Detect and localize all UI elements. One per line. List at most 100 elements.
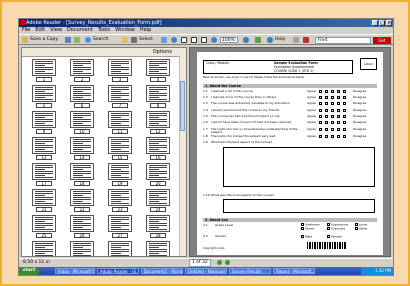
close-button[interactable]: × bbox=[386, 20, 392, 26]
checkbox[interactable] bbox=[301, 235, 304, 238]
rating-checkbox[interactable] bbox=[331, 121, 334, 124]
rating-checkbox[interactable] bbox=[343, 135, 346, 138]
taskbar-item[interactable]: Adobe Reader - [S... bbox=[97, 268, 139, 274]
page-thumbnail[interactable]: 12 bbox=[141, 111, 175, 135]
rating-checkbox[interactable] bbox=[343, 96, 346, 99]
checkbox[interactable] bbox=[301, 227, 304, 230]
page-thumbnail[interactable]: 19 bbox=[103, 163, 137, 187]
page-thumbnail[interactable]: 4 bbox=[141, 59, 175, 83]
fit-page-icon[interactable] bbox=[191, 37, 197, 43]
page-thumbnail[interactable]: 25 bbox=[27, 215, 61, 239]
rating-checkbox[interactable] bbox=[331, 96, 334, 99]
print-icon[interactable] bbox=[65, 37, 71, 43]
rating-checkbox[interactable] bbox=[337, 102, 340, 105]
page-thumbnail[interactable]: 5 bbox=[27, 85, 61, 109]
rating-checkbox[interactable] bbox=[337, 96, 340, 99]
page-thumbnail[interactable]: 1 bbox=[27, 59, 61, 83]
checkbox[interactable] bbox=[327, 235, 330, 238]
help-button[interactable]: Help bbox=[275, 37, 285, 43]
page-thumbnail[interactable]: 21 bbox=[27, 189, 61, 213]
rating-checkbox[interactable] bbox=[343, 109, 346, 112]
rating-checkbox[interactable] bbox=[325, 135, 328, 138]
page-thumbnail[interactable]: 3 bbox=[103, 59, 137, 83]
page-thumbnail[interactable]: 16 bbox=[141, 137, 175, 161]
rating-checkbox[interactable] bbox=[343, 128, 346, 131]
page-thumbnail[interactable]: 18 bbox=[65, 163, 99, 187]
menu-window[interactable]: Window bbox=[115, 27, 135, 34]
page-thumbnail[interactable]: 6 bbox=[65, 85, 99, 109]
option-female[interactable]: Female bbox=[327, 235, 342, 239]
option-senior[interactable]: Senior bbox=[301, 227, 315, 231]
select-button[interactable]: Select bbox=[139, 37, 153, 43]
rating-checkbox[interactable] bbox=[325, 121, 328, 124]
page-thumbnail[interactable]: 8 bbox=[141, 85, 175, 109]
rating-checkbox[interactable] bbox=[337, 115, 340, 118]
taskbar-item[interactable]: Inbox - Microsoft Out bbox=[55, 268, 95, 274]
page-thumbnail[interactable]: 30 bbox=[65, 241, 99, 256]
checkbox[interactable] bbox=[327, 223, 330, 226]
save-icon[interactable] bbox=[22, 37, 28, 43]
checkbox[interactable] bbox=[355, 227, 358, 230]
menu-document[interactable]: Document bbox=[67, 27, 93, 34]
rating-checkbox[interactable] bbox=[319, 90, 322, 93]
rating-checkbox[interactable] bbox=[331, 109, 334, 112]
rating-checkbox[interactable] bbox=[337, 121, 340, 124]
find-input[interactable]: Find bbox=[315, 37, 371, 44]
page-thumbnail[interactable]: 11 bbox=[103, 111, 137, 135]
rating-checkbox[interactable] bbox=[319, 128, 322, 131]
checkbox[interactable] bbox=[301, 223, 304, 226]
taskbar-item[interactable]: Document1 - Micro... bbox=[141, 268, 183, 274]
option-male[interactable]: Male bbox=[301, 235, 312, 239]
best-aspect-textarea[interactable] bbox=[223, 147, 375, 187]
taskbar-item[interactable]: Survey Results bbox=[229, 268, 271, 274]
worst-aspect-textarea[interactable] bbox=[223, 199, 375, 213]
thumbnail-scrollbar[interactable] bbox=[179, 56, 186, 256]
zoom-plus-icon[interactable] bbox=[243, 37, 249, 43]
get-acrobat-button[interactable]: Get Acrobat bbox=[373, 37, 391, 50]
minimize-button[interactable]: _ bbox=[372, 20, 378, 26]
page-thumbnail[interactable]: 15 bbox=[103, 137, 137, 161]
page-thumbnail[interactable]: 2 bbox=[65, 59, 99, 83]
start-button[interactable]: start bbox=[19, 267, 39, 275]
menu-file[interactable]: File bbox=[22, 27, 30, 34]
page-thumbnail[interactable]: 24 bbox=[141, 189, 175, 213]
rating-checkbox[interactable] bbox=[325, 109, 328, 112]
menu-view[interactable]: View bbox=[50, 27, 62, 34]
page-thumbnail[interactable]: 28 bbox=[141, 215, 175, 239]
last-page-icon[interactable] bbox=[225, 260, 230, 265]
rating-checkbox[interactable] bbox=[319, 109, 322, 112]
page-thumbnail[interactable]: 10 bbox=[65, 111, 99, 135]
rating-checkbox[interactable] bbox=[331, 128, 334, 131]
rating-checkbox[interactable] bbox=[343, 90, 346, 93]
search-icon[interactable] bbox=[85, 37, 91, 43]
zoom-in-icon[interactable] bbox=[171, 37, 177, 43]
page-thumbnail[interactable]: 26 bbox=[65, 215, 99, 239]
taskbar-item[interactable]: Report - Microsoft... bbox=[273, 268, 315, 274]
rating-checkbox[interactable] bbox=[337, 135, 340, 138]
rating-checkbox[interactable] bbox=[325, 90, 328, 93]
next-page-icon[interactable] bbox=[217, 260, 222, 265]
rating-checkbox[interactable] bbox=[331, 115, 334, 118]
page-thumbnail[interactable]: 32 bbox=[141, 241, 175, 256]
page-thumbnail[interactable]: 23 bbox=[103, 189, 137, 213]
rating-checkbox[interactable] bbox=[319, 115, 322, 118]
search-button[interactable]: Search bbox=[93, 37, 108, 43]
help-icon[interactable] bbox=[267, 37, 273, 43]
rating-checkbox[interactable] bbox=[319, 102, 322, 105]
page-thumbnail[interactable]: 20 bbox=[141, 163, 175, 187]
rating-checkbox[interactable] bbox=[343, 121, 346, 124]
page-thumbnail[interactable]: 17 bbox=[27, 163, 61, 187]
actual-size-icon[interactable] bbox=[181, 37, 187, 43]
taskbar-item[interactable]: Untitled - Notepad bbox=[185, 268, 227, 274]
select-tool-icon[interactable] bbox=[131, 37, 137, 43]
page-thumbnail[interactable]: 7 bbox=[103, 85, 137, 109]
page-thumbnail[interactable]: 22 bbox=[65, 189, 99, 213]
zoom-level-field[interactable]: 100% bbox=[220, 37, 238, 43]
page-thumbnail[interactable]: 13 bbox=[27, 137, 61, 161]
fit-width-icon[interactable] bbox=[201, 37, 207, 43]
rating-checkbox[interactable] bbox=[331, 90, 334, 93]
rating-checkbox[interactable] bbox=[337, 109, 340, 112]
checkbox[interactable] bbox=[327, 227, 330, 230]
rating-checkbox[interactable] bbox=[319, 96, 322, 99]
rating-checkbox[interactable] bbox=[331, 135, 334, 138]
